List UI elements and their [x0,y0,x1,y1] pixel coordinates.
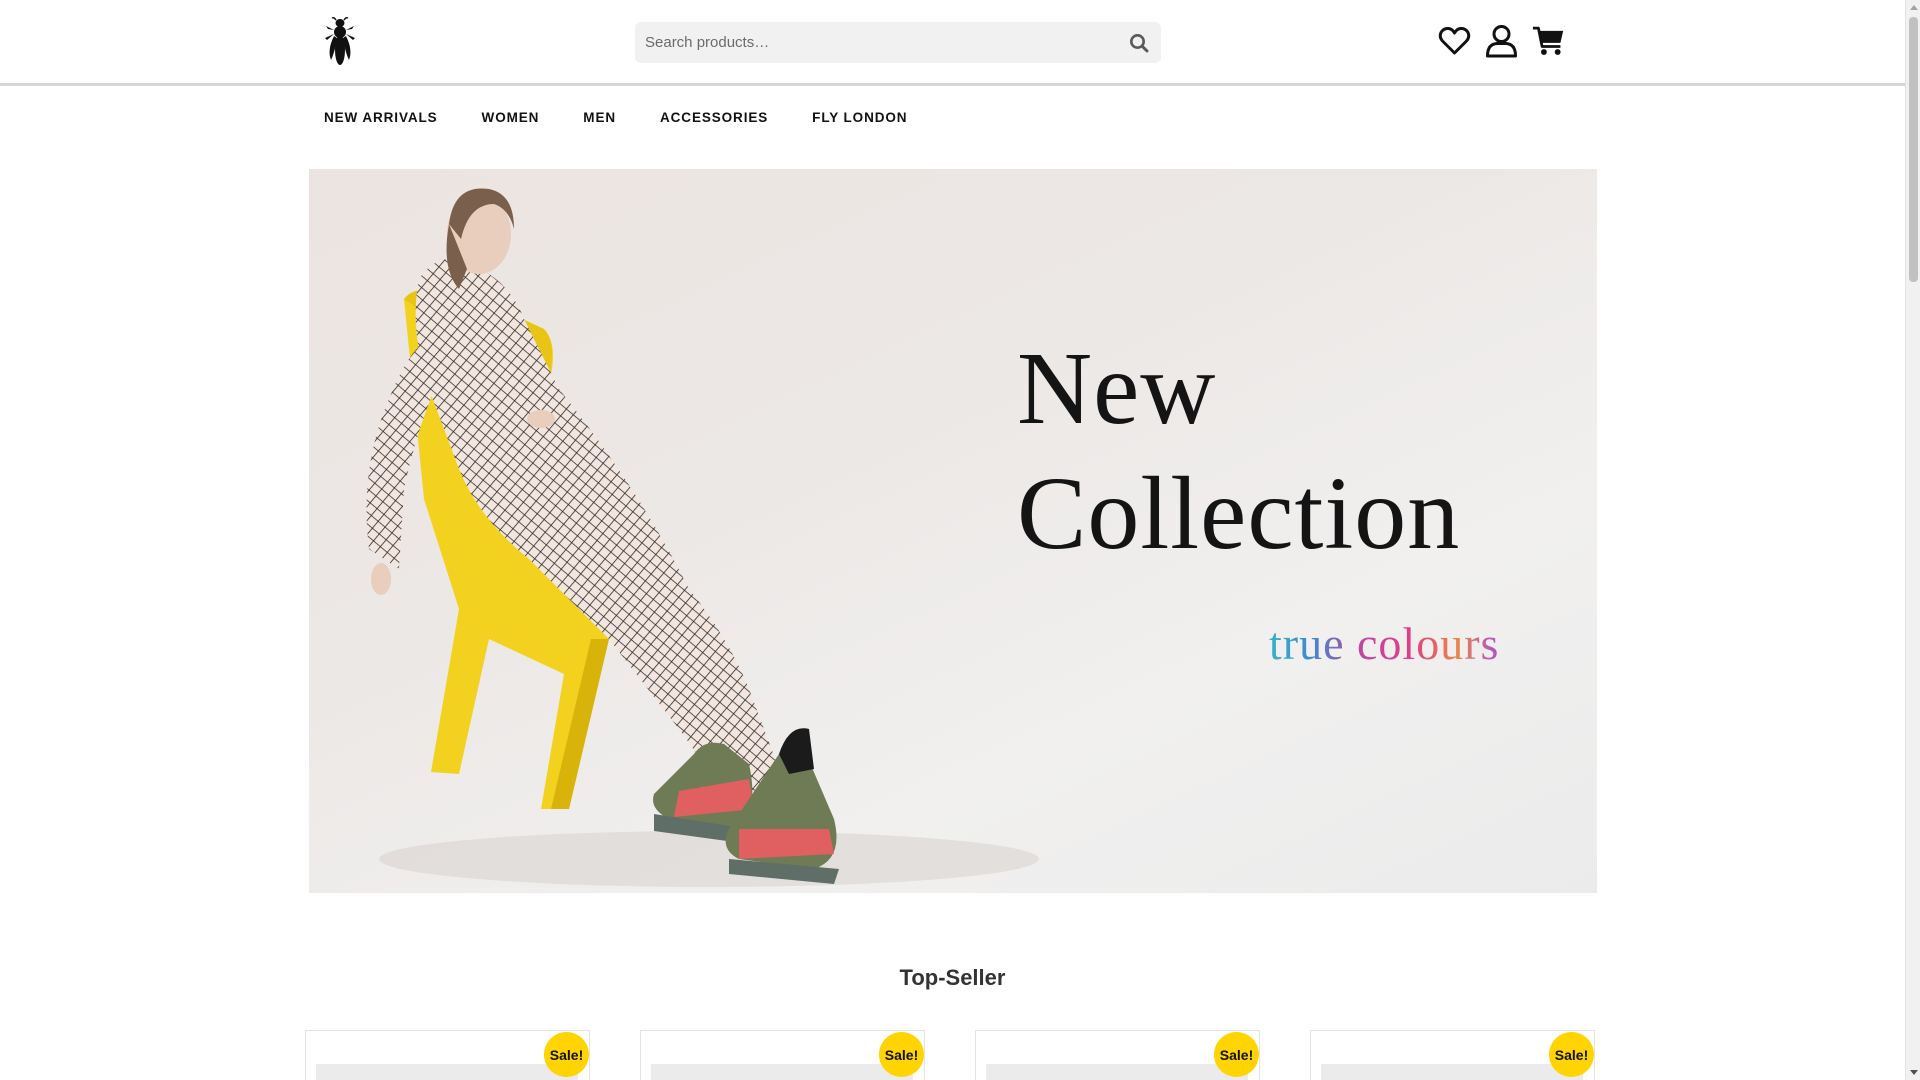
wishlist-button[interactable] [1438,24,1471,58]
sale-badge: Sale! [1549,1032,1594,1077]
product-image [316,1064,578,1080]
top-seller-products: Sale! Sale! Sale! Sale! [305,1030,1597,1080]
product-card[interactable]: Sale! [640,1030,925,1080]
nav-accessories[interactable]: ACCESSORIES [660,110,768,125]
product-card[interactable]: Sale! [1310,1030,1595,1080]
hero-banner[interactable]: New Collection true colours [309,169,1597,893]
heart-wishlist-icon [1438,26,1471,55]
hero-title-new: New [1017,331,1217,446]
user-account-icon [1486,25,1517,58]
site-header [0,0,1905,86]
scrollbar-thumb[interactable] [1909,17,1918,282]
top-seller-heading: Top-Seller [899,965,1006,990]
product-card[interactable]: Sale! [975,1030,1260,1080]
cart-button[interactable] [1532,24,1565,58]
search-bar [635,22,1161,63]
nav-women[interactable]: WOMEN [482,110,540,125]
nav-new-arrivals[interactable]: NEW ARRIVALS [324,110,438,125]
sale-badge: Sale! [879,1032,924,1077]
shopping-cart-icon [1532,26,1564,55]
page-scrollbar[interactable] [1905,0,1920,1080]
search-input[interactable] [635,22,1117,63]
main-navigation: NEW ARRIVALS WOMEN MEN ACCESSORIES FLY L… [324,110,951,125]
sale-badge: Sale! [544,1032,589,1077]
sale-badge: Sale! [1214,1032,1259,1077]
fly-logo[interactable] [322,16,358,68]
nav-fly-london[interactable]: FLY LONDON [812,110,907,125]
fly-insect-logo-icon [325,17,355,65]
product-card[interactable]: Sale! [305,1030,590,1080]
hero-title-collection: Collection [1017,456,1461,571]
hero-subtitle: true colours [1269,618,1500,669]
product-image [651,1064,913,1080]
nav-men[interactable]: MEN [583,110,616,125]
account-button[interactable] [1485,24,1518,58]
scroll-down-arrow-icon[interactable] [1906,1065,1920,1080]
product-image [1321,1064,1583,1080]
search-icon [1130,33,1149,52]
product-image [986,1064,1248,1080]
header-actions [1438,24,1565,58]
search-button[interactable] [1117,22,1161,63]
scroll-up-arrow-icon[interactable] [1906,0,1920,15]
